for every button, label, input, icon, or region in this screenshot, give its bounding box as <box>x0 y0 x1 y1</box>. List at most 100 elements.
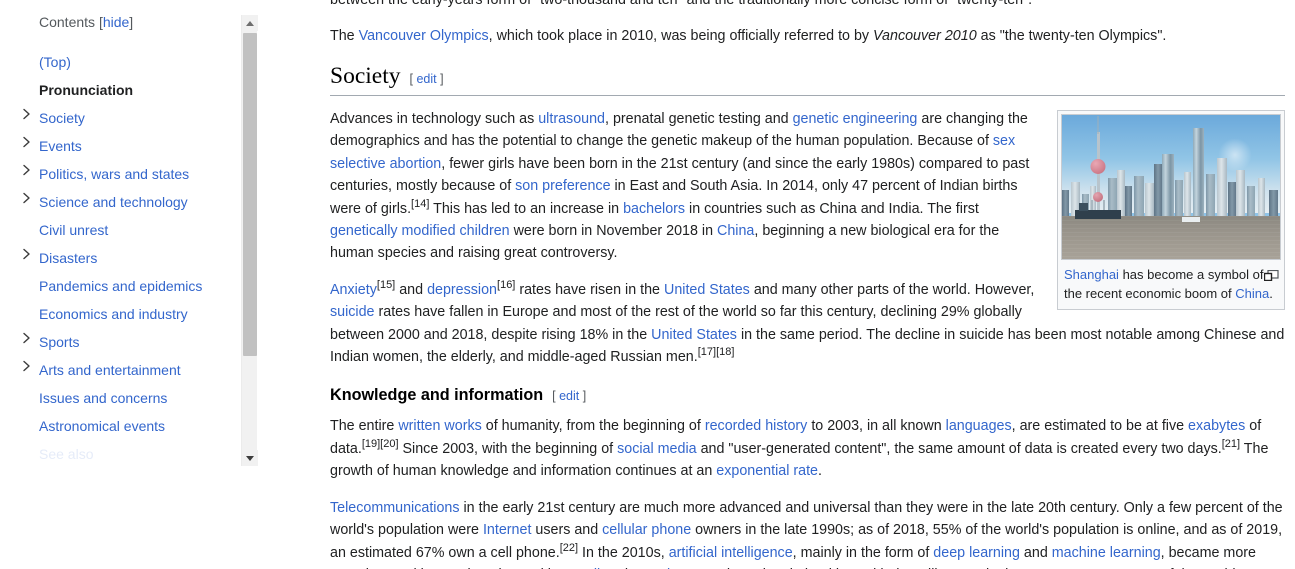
toc-item-label[interactable]: Astronomical events <box>39 418 165 434</box>
chevron-right-icon[interactable] <box>22 108 34 128</box>
toc-item-sports[interactable]: Sports <box>23 328 257 356</box>
toc-item-label[interactable]: Politics, wars and states <box>39 166 189 182</box>
toc-item-disasters[interactable]: Disasters <box>23 244 257 272</box>
chevron-right-icon[interactable] <box>22 360 34 380</box>
wikipedia-article-page: Contents [hide] (Top) Pronunciation Societ… <box>0 0 1295 569</box>
link-china-body[interactable]: China <box>717 223 754 239</box>
bracket-open: [ <box>409 71 413 86</box>
chevron-right-icon[interactable] <box>22 332 34 352</box>
edit-link-knowledge[interactable]: edit <box>559 389 579 403</box>
toc-item-economics-and-industry[interactable]: Economics and industry <box>39 300 257 328</box>
toc-item-label[interactable]: (Top) <box>39 54 71 70</box>
photo-building <box>1269 189 1279 216</box>
reference-16[interactable]: [16] <box>497 279 515 291</box>
link-vancouver-olympics[interactable]: Vancouver Olympics <box>359 28 489 44</box>
link-ultrasound[interactable]: ultrasound <box>538 111 605 127</box>
edit-link-society[interactable]: edit <box>416 72 436 86</box>
link-artificial-intelligence[interactable]: artificial intelligence <box>669 545 793 561</box>
toc-item-arts-and-entertainment[interactable]: Arts and entertainment <box>23 356 257 384</box>
toc-item-issues-and-concerns[interactable]: Issues and concerns <box>39 384 257 412</box>
reference-17[interactable]: [17] <box>698 346 716 358</box>
link-internet[interactable]: Internet <box>483 522 531 538</box>
toc-item-label[interactable]: Civil unrest <box>39 222 108 238</box>
reference-22[interactable]: [22] <box>560 542 578 554</box>
link-united-states-2[interactable]: United States <box>651 327 737 343</box>
reference-14[interactable]: [14] <box>411 198 429 210</box>
toc-item-label[interactable]: See also <box>39 446 93 462</box>
toc-scrollbar-thumb[interactable] <box>243 33 257 356</box>
reference-18[interactable]: [18] <box>716 346 734 358</box>
photo-small-boat <box>1181 216 1200 222</box>
toc-item-science-and-technology[interactable]: Science and technology <box>23 188 257 216</box>
toc-item-label[interactable]: Science and technology <box>39 194 188 210</box>
toc-item-label[interactable]: Events <box>39 138 82 154</box>
photo-building <box>1258 177 1266 216</box>
link-genetic-engineering[interactable]: genetic engineering <box>793 111 918 127</box>
toc-item-events[interactable]: Events <box>23 132 257 160</box>
text-fragment: and <box>395 281 428 298</box>
link-shanghai[interactable]: Shanghai <box>1064 267 1119 282</box>
toc-item-see-also[interactable]: See also <box>39 440 257 468</box>
link-recorded-history[interactable]: recorded history <box>705 418 808 434</box>
toc-item-label[interactable]: Pandemics and epidemics <box>39 278 202 294</box>
toc-item-label[interactable]: Economics and industry <box>39 306 188 322</box>
toc-item-pronunciation[interactable]: Pronunciation <box>39 76 257 104</box>
photo-building <box>1125 185 1133 216</box>
link-machine-learning[interactable]: machine learning <box>1052 545 1161 561</box>
reference-19[interactable]: [19] <box>362 438 380 450</box>
scroll-up-icon[interactable] <box>242 15 258 31</box>
bracket-open: [ <box>552 389 556 404</box>
paragraph-clipped-top: between the early-years form of "two-tho… <box>330 0 1033 8</box>
photo-huangpu-river <box>1062 215 1280 259</box>
link-anxiety[interactable]: Anxiety <box>330 282 377 298</box>
reference-21[interactable]: [21] <box>1222 438 1240 450</box>
toc-heading: Contents [hide] <box>39 12 257 32</box>
link-genetically-modified-children[interactable]: genetically modified children <box>330 223 510 239</box>
photo-building <box>1247 185 1256 216</box>
link-exponential-rate[interactable]: exponential rate <box>716 463 818 479</box>
text-fragment: The entire <box>330 418 399 435</box>
toc-item-astronomical-events[interactable]: Astronomical events <box>39 412 257 440</box>
reference-20[interactable]: [20] <box>380 438 398 450</box>
toc-scroll-area: Contents [hide] (Top) Pronunciation Societ… <box>0 0 257 469</box>
toc-hide-button[interactable]: hide <box>103 14 129 30</box>
link-suicide[interactable]: suicide <box>330 304 375 320</box>
reference-15[interactable]: [15] <box>377 279 395 291</box>
chevron-right-icon[interactable] <box>22 248 34 268</box>
chevron-right-icon[interactable] <box>22 136 34 156</box>
text-fragment: , mainly in the form of <box>792 544 934 561</box>
toc-item-label[interactable]: Society <box>39 110 85 126</box>
link-bachelors[interactable]: bachelors <box>623 201 685 217</box>
toc-item-society[interactable]: Society <box>23 104 257 132</box>
toc-item-civil-unrest[interactable]: Civil unrest <box>39 216 257 244</box>
toc-item-label[interactable]: Pronunciation <box>39 82 133 98</box>
toc-item-pandemics-and-epidemics[interactable]: Pandemics and epidemics <box>39 272 257 300</box>
toc-item-label[interactable]: Sports <box>39 334 79 350</box>
link-exabytes[interactable]: exabytes <box>1188 418 1245 434</box>
toc-item-top[interactable]: (Top) <box>39 48 257 76</box>
link-united-states-1[interactable]: United States <box>664 282 750 298</box>
link-son-preference[interactable]: son preference <box>515 178 610 194</box>
link-depression[interactable]: depression <box>427 282 497 298</box>
toc-scrollbar[interactable] <box>241 15 258 466</box>
heading-society-text: Society <box>330 62 401 89</box>
photo-building <box>1133 175 1144 216</box>
chevron-right-icon[interactable] <box>22 192 34 212</box>
shanghai-skyline-photo[interactable] <box>1061 114 1281 260</box>
toc-item-label[interactable]: Issues and concerns <box>39 390 167 406</box>
link-written-works[interactable]: written works <box>398 418 481 434</box>
scroll-down-icon[interactable] <box>242 450 258 466</box>
chevron-right-icon[interactable] <box>22 164 34 184</box>
toc-item-label[interactable]: Arts and entertainment <box>39 362 181 378</box>
thumbnail-caption: Shanghai has become a symbol of the rece… <box>1061 260 1281 306</box>
link-china[interactable]: China <box>1235 286 1269 301</box>
link-deep-learning[interactable]: deep learning <box>933 545 1020 561</box>
toc-item-politics-wars-and-states[interactable]: Politics, wars and states <box>23 160 257 188</box>
toc-item-label[interactable]: Disasters <box>39 250 97 266</box>
link-cellular-phone[interactable]: cellular phone <box>602 522 691 538</box>
edit-section-society: [ edit ] <box>410 72 444 86</box>
link-telecommunications[interactable]: Telecommunications <box>330 500 460 516</box>
link-languages[interactable]: languages <box>946 418 1012 434</box>
enlarge-icon[interactable] <box>1263 267 1279 282</box>
link-social-media[interactable]: social media <box>617 441 696 457</box>
